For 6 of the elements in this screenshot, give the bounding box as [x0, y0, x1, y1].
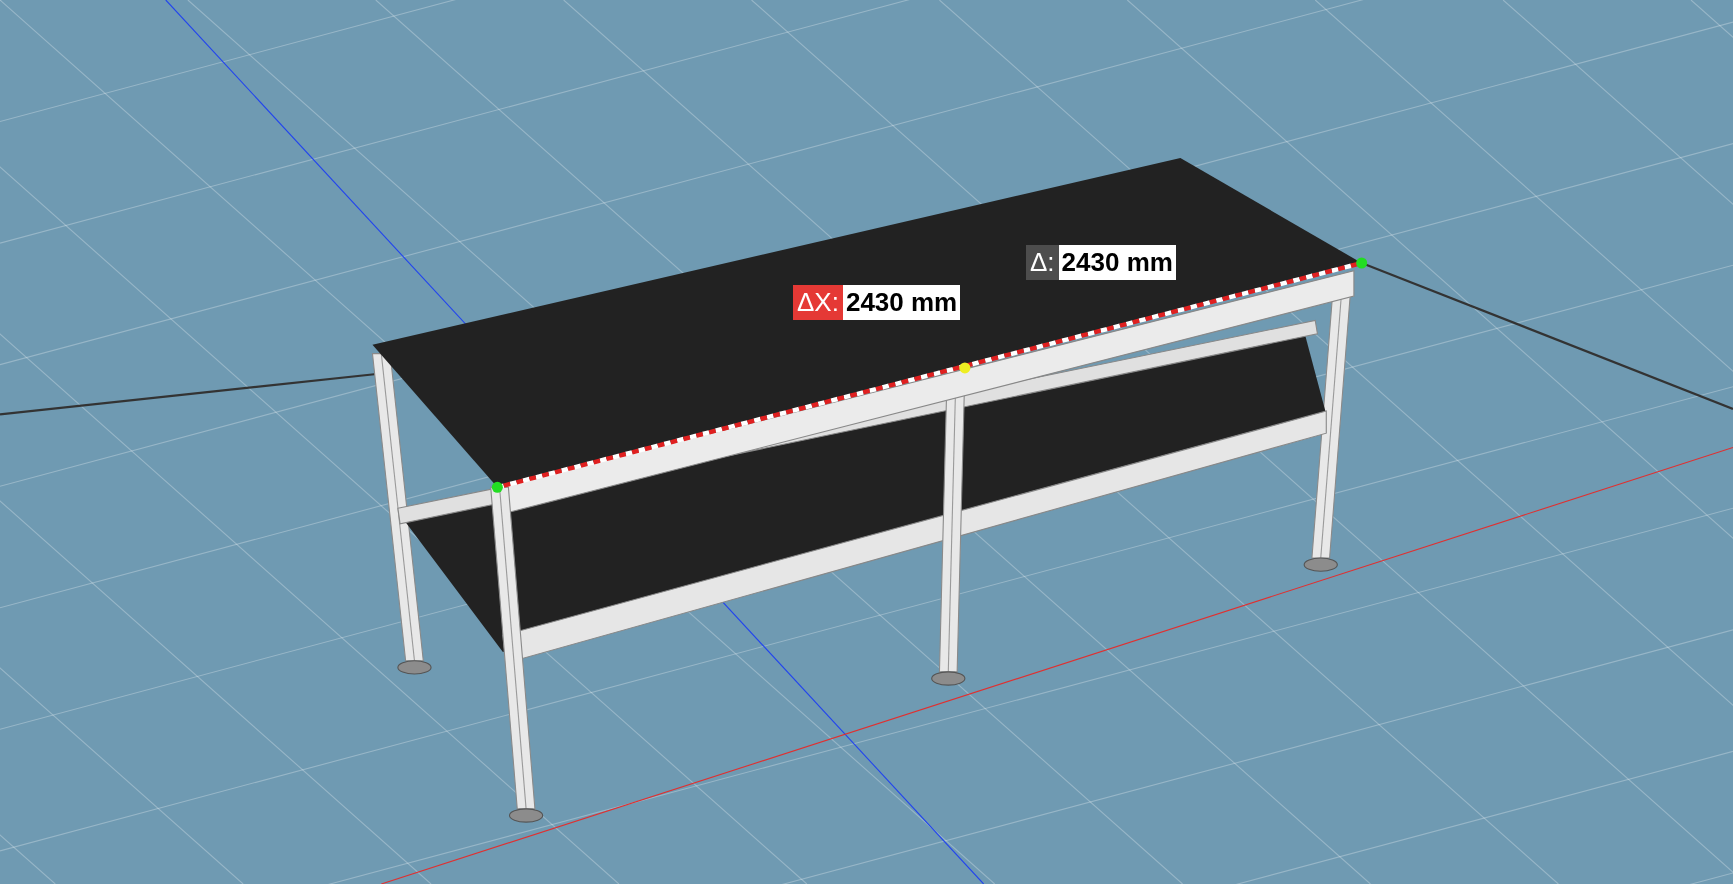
snap-point[interactable]	[491, 481, 503, 493]
measurement-axis-label: Δ:	[1026, 245, 1059, 280]
snap-point[interactable]	[959, 362, 971, 374]
measurement-value: 2430 mm	[842, 285, 961, 320]
measurement-axis-label: ΔX:	[793, 285, 843, 320]
measurement-value: 2430 mm	[1058, 245, 1176, 280]
